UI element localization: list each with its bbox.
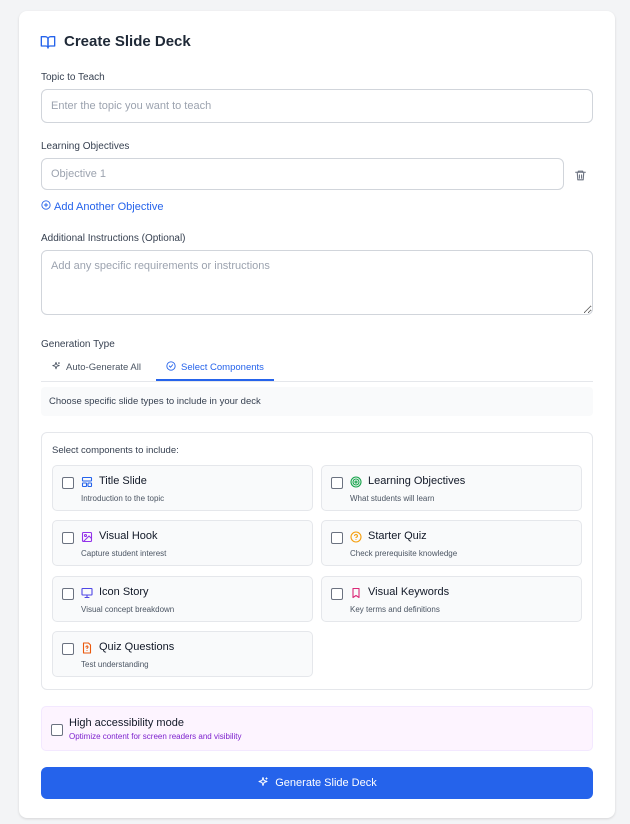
tab-select-components-label: Select Components: [181, 361, 264, 373]
file-question-icon: [81, 641, 93, 654]
component-name: Starter Quiz: [368, 530, 427, 542]
component-name: Learning Objectives: [368, 475, 466, 487]
generation-tabs: Auto-Generate All Select Components: [41, 355, 593, 382]
tab-select-components[interactable]: Select Components: [156, 355, 274, 381]
form-header: Create Slide Deck: [40, 33, 191, 50]
component-learning-objectives[interactable]: Learning Objectives What students will l…: [321, 465, 582, 511]
component-desc: Check prerequisite knowledge: [350, 549, 458, 558]
component-desc: Test understanding: [81, 660, 149, 669]
objectives-label: Learning Objectives: [41, 141, 130, 152]
component-visual-hook[interactable]: Visual Hook Capture student interest: [52, 520, 313, 566]
sparkles-icon: [51, 361, 61, 374]
component-desc: What students will learn: [350, 494, 435, 503]
sparkles-icon: [257, 776, 269, 791]
component-name: Visual Hook: [99, 530, 158, 542]
generation-description: Choose specific slide types to include i…: [41, 387, 593, 416]
instructions-label: Additional Instructions (Optional): [41, 233, 186, 244]
image-icon: [81, 530, 93, 543]
component-quiz-questions[interactable]: Quiz Questions Test understanding: [52, 631, 313, 677]
component-name: Quiz Questions: [99, 641, 175, 653]
slide-deck-form: Create Slide Deck Topic to Teach Learnin…: [19, 11, 615, 818]
accessibility-checkbox[interactable]: [51, 724, 63, 736]
component-name: Title Slide: [99, 475, 147, 487]
page-title: Create Slide Deck: [64, 33, 191, 50]
generation-type-label: Generation Type: [41, 339, 115, 350]
add-objective-label: Add Another Objective: [54, 200, 164, 213]
generate-button-label: Generate Slide Deck: [275, 777, 377, 789]
topic-label: Topic to Teach: [41, 72, 105, 83]
bookmark-icon: [350, 586, 362, 599]
component-checkbox[interactable]: [62, 532, 74, 544]
component-desc: Capture student interest: [81, 549, 167, 558]
accessibility-desc: Optimize content for screen readers and …: [69, 732, 242, 741]
component-checkbox[interactable]: [62, 588, 74, 600]
instructions-textarea[interactable]: [41, 250, 593, 315]
target-icon: [350, 475, 362, 488]
component-title-slide[interactable]: Title Slide Introduction to the topic: [52, 465, 313, 511]
accessibility-option[interactable]: High accessibility mode Optimize content…: [41, 706, 593, 751]
book-open-icon: [40, 34, 56, 50]
component-name: Icon Story: [99, 586, 149, 598]
components-heading: Select components to include:: [52, 445, 179, 456]
presentation-icon: [81, 586, 93, 599]
component-checkbox[interactable]: [331, 477, 343, 489]
generate-button[interactable]: Generate Slide Deck: [41, 767, 593, 799]
add-objective-button[interactable]: Add Another Objective: [41, 200, 163, 213]
tab-auto-generate-label: Auto-Generate All: [66, 362, 141, 373]
accessibility-label: High accessibility mode: [69, 717, 184, 729]
component-icon-story[interactable]: Icon Story Visual concept breakdown: [52, 576, 313, 622]
plus-circle-icon: [41, 200, 51, 213]
component-checkbox[interactable]: [331, 588, 343, 600]
topic-input[interactable]: [41, 89, 593, 123]
component-desc: Visual concept breakdown: [81, 605, 175, 614]
objective-1-input[interactable]: [41, 158, 564, 190]
component-desc: Key terms and definitions: [350, 605, 440, 614]
component-visual-keywords[interactable]: Visual Keywords Key terms and definition…: [321, 576, 582, 622]
trash-icon[interactable]: [574, 169, 587, 187]
layout-icon: [81, 475, 93, 488]
check-circle-icon: [166, 360, 176, 374]
tab-auto-generate[interactable]: Auto-Generate All: [51, 355, 141, 380]
component-desc: Introduction to the topic: [81, 494, 165, 503]
component-checkbox[interactable]: [331, 532, 343, 544]
component-checkbox[interactable]: [62, 643, 74, 655]
help-circle-icon: [350, 530, 362, 543]
component-name: Visual Keywords: [368, 586, 450, 598]
component-checkbox[interactable]: [62, 477, 74, 489]
component-starter-quiz[interactable]: Starter Quiz Check prerequisite knowledg…: [321, 520, 582, 566]
